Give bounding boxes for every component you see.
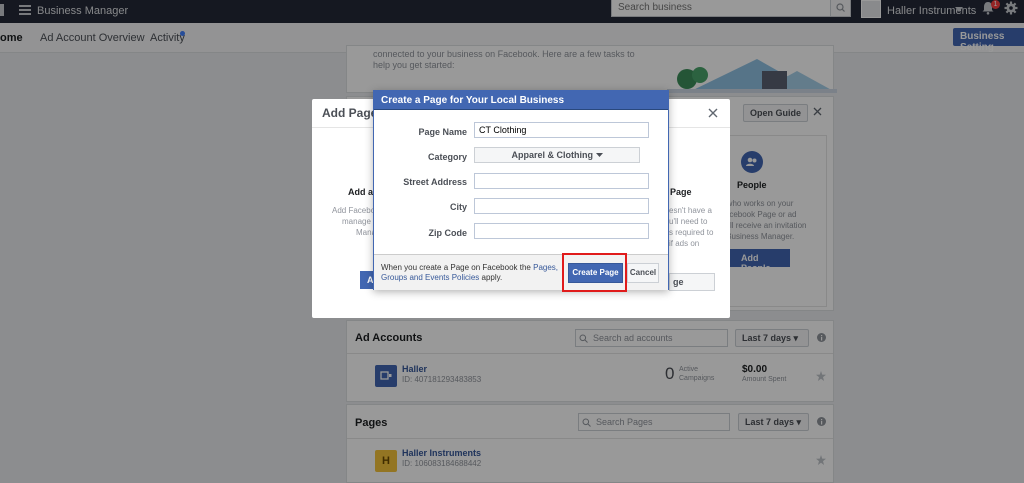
zip-code-label: Zip Code <box>428 228 468 238</box>
add-page-button[interactable]: A <box>360 271 374 289</box>
add-existing-line-3: Mana <box>356 228 377 237</box>
create-page-line-1: esn't have a <box>669 206 712 215</box>
close-icon[interactable] <box>708 108 718 118</box>
policy-text: When you create a Page on Facebook the P… <box>381 263 561 283</box>
add-existing-line-2: manage <box>342 217 371 226</box>
category-label: Category <box>427 152 467 162</box>
create-page-line-3: s required to <box>669 228 714 237</box>
page-name-label: Page Name <box>418 127 467 137</box>
city-input[interactable] <box>474 198 649 214</box>
policy-text-post: apply. <box>479 273 503 282</box>
dialog-title: Create a Page for Your Local Business <box>374 91 668 110</box>
create-page-text: esn't have a u'll need to s required to … <box>669 205 713 249</box>
create-page-title: Page <box>670 187 692 197</box>
add-existing-title: Add a <box>348 187 374 197</box>
create-page-line-4: if ads on <box>669 239 700 248</box>
category-value: Apparel & Clothing <box>511 150 593 160</box>
street-address-label: Street Address <box>403 177 467 187</box>
add-existing-line-1: Add Facebo <box>332 206 376 215</box>
policy-text-pre: When you create a Page on Facebook the <box>381 263 534 272</box>
city-label: City <box>449 202 467 212</box>
category-select[interactable]: Apparel & Clothing <box>474 147 640 163</box>
highlight-box <box>562 253 627 292</box>
create-page-line-2: u'll need to <box>669 217 708 226</box>
zip-code-input[interactable] <box>474 223 649 239</box>
street-address-input[interactable] <box>474 173 649 189</box>
create-new-page-button[interactable]: ge <box>669 273 715 291</box>
chevron-down-icon <box>595 153 603 157</box>
cancel-button[interactable]: Cancel <box>627 263 659 283</box>
page-name-input[interactable] <box>474 122 649 138</box>
add-existing-text: Add Facebo manage Mana <box>332 205 376 238</box>
